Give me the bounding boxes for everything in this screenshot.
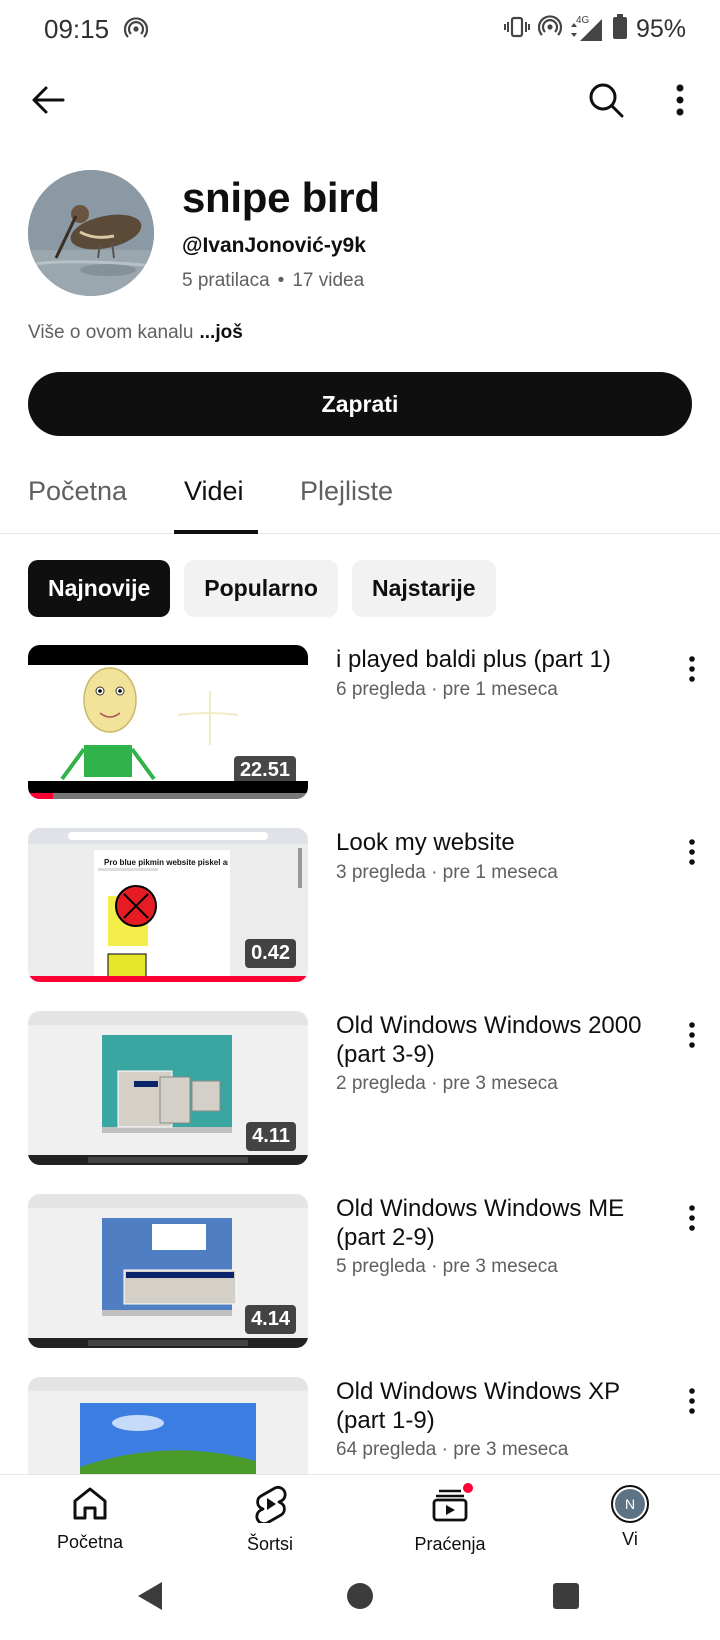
system-navigation-bar xyxy=(0,1562,720,1640)
video-thumbnail[interactable]: 4.14 xyxy=(28,1194,308,1348)
video-thumbnail[interactable]: 4.11 xyxy=(28,1011,308,1165)
nav-you[interactable]: N Vi xyxy=(560,1485,700,1550)
account-avatar-letter: N xyxy=(615,1489,645,1519)
nav-you-label: Vi xyxy=(622,1529,638,1549)
status-time: 09:15 xyxy=(44,14,110,44)
channel-handle: @IvanJonović-y9k xyxy=(182,234,366,257)
video-item[interactable]: Pro blue pikmin website piskel arts 0.42… xyxy=(0,828,720,988)
sort-chips: Najnovije Popularno Najstarije xyxy=(28,560,496,617)
video-more-icon[interactable] xyxy=(678,834,706,870)
video-duration: 22.51 xyxy=(233,756,296,785)
stats-separator: • xyxy=(277,270,285,291)
video-more-icon[interactable] xyxy=(678,1200,706,1236)
channel-stats: 5 pratilaca • 17 videa xyxy=(182,270,364,292)
shorts-icon xyxy=(253,1485,287,1528)
video-duration: 4.14 xyxy=(245,1305,296,1334)
video-meta: 2 pregleda · pre 3 meseca xyxy=(336,1073,558,1094)
tab-videos[interactable]: Videi xyxy=(184,476,244,507)
chip-latest[interactable]: Najnovije xyxy=(28,560,171,617)
chip-popular[interactable]: Popularno xyxy=(184,560,338,617)
subscriptions-icon xyxy=(431,1481,475,1528)
more-vert-icon[interactable] xyxy=(652,72,708,128)
subscriber-count: 5 pratilaca xyxy=(182,270,270,291)
video-duration: 4.11 xyxy=(246,1122,296,1151)
app-bar xyxy=(0,64,720,136)
video-meta: 5 pregleda · pre 3 meseca xyxy=(336,1256,558,1277)
hotspot-icon xyxy=(537,15,563,44)
tab-active-indicator xyxy=(174,530,258,534)
video-meta: 64 pregleda · pre 3 meseca xyxy=(336,1439,569,1460)
system-back-icon[interactable] xyxy=(136,1580,164,1617)
video-list: 22.51 i played baldi plus (part 1) 6 pre… xyxy=(0,645,720,1475)
battery-icon xyxy=(612,14,628,45)
video-more-icon[interactable] xyxy=(678,651,706,687)
video-thumbnail[interactable] xyxy=(28,1377,308,1475)
video-item[interactable]: 22.51 i played baldi plus (part 1) 6 pre… xyxy=(0,645,720,805)
watch-progress xyxy=(28,976,308,982)
about-more[interactable]: ...još xyxy=(199,322,242,343)
video-more-icon[interactable] xyxy=(678,1383,706,1419)
nav-shorts[interactable]: Šortsi xyxy=(200,1485,340,1555)
hotspot-icon xyxy=(123,17,149,46)
account-avatar: N xyxy=(611,1485,649,1523)
subscribe-button[interactable]: Zaprati xyxy=(28,372,692,436)
tab-home[interactable]: Početna xyxy=(28,476,127,507)
video-item[interactable]: 4.14 Old Windows Windows ME (part 2-9) 5… xyxy=(0,1194,720,1354)
channel-tabs: Početna Videi Plejliste xyxy=(0,456,720,534)
vibrate-icon xyxy=(503,15,530,44)
about-text: Više o ovom kanalu xyxy=(28,322,194,343)
tab-playlists[interactable]: Plejliste xyxy=(300,476,393,507)
battery-percent: 95% xyxy=(635,15,686,43)
video-title[interactable]: Look my website xyxy=(336,828,654,857)
status-bar: 09:15 4G 95% xyxy=(0,0,720,60)
video-count: 17 videa xyxy=(292,270,365,291)
home-icon xyxy=(71,1485,109,1526)
nav-subscriptions[interactable]: Praćenja xyxy=(380,1481,520,1555)
nav-shorts-label: Šortsi xyxy=(246,1534,293,1554)
video-more-icon[interactable] xyxy=(678,1017,706,1053)
search-icon[interactable] xyxy=(578,72,634,128)
nav-home-label: Početna xyxy=(56,1532,124,1552)
notification-dot xyxy=(461,1481,475,1495)
channel-name: snipe bird xyxy=(182,174,380,221)
bottom-navigation: Početna Šortsi Praćenja N Vi xyxy=(0,1474,720,1562)
status-icons: 4G 95% xyxy=(503,14,686,45)
video-meta: 6 pregleda · pre 1 meseca xyxy=(336,679,558,700)
video-title[interactable]: i played baldi plus (part 1) xyxy=(336,645,654,674)
nav-home[interactable]: Početna xyxy=(20,1485,160,1553)
back-arrow-icon[interactable] xyxy=(20,72,76,128)
chip-oldest[interactable]: Najstarije xyxy=(352,560,496,617)
video-title[interactable]: Old Windows Windows XP (part 1-9) xyxy=(336,1377,654,1435)
video-duration: 0.42 xyxy=(245,939,296,968)
video-title[interactable]: Old Windows Windows 2000 (part 3-9) xyxy=(336,1011,654,1069)
video-thumbnail[interactable]: 22.51 xyxy=(28,645,308,799)
about-channel-link[interactable]: Više o ovom kanalu ...još xyxy=(28,322,243,344)
video-meta: 3 pregleda · pre 1 meseca xyxy=(336,862,558,883)
watch-progress-track xyxy=(28,793,308,799)
channel-avatar[interactable] xyxy=(28,170,154,296)
system-home-icon[interactable] xyxy=(346,1580,374,1617)
thumbnail-caption: Pro blue pikmin website piskel arts xyxy=(104,858,228,867)
nav-subscriptions-label: Praćenja xyxy=(414,1534,486,1554)
video-title[interactable]: Old Windows Windows ME (part 2-9) xyxy=(336,1194,654,1252)
video-item[interactable]: Old Windows Windows XP (part 1-9) 64 pre… xyxy=(0,1377,720,1475)
watch-progress xyxy=(28,793,54,799)
video-thumbnail[interactable]: Pro blue pikmin website piskel arts 0.42 xyxy=(28,828,308,982)
system-recents-icon[interactable] xyxy=(552,1580,580,1617)
video-item[interactable]: 4.11 Old Windows Windows 2000 (part 3-9)… xyxy=(0,1011,720,1171)
signal-icon: 4G xyxy=(570,15,604,43)
